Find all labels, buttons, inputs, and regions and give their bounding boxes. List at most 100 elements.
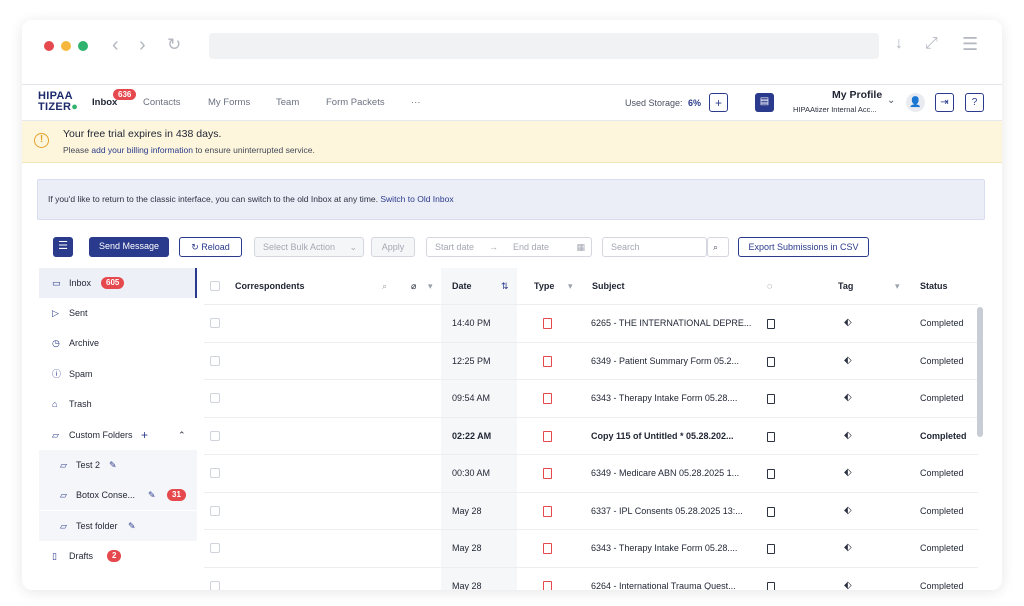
table-scrollbar[interactable] bbox=[977, 307, 983, 437]
expand-icon[interactable]: ⤢ bbox=[925, 34, 938, 54]
table-row[interactable]: 09:54 AM 6343 - Therapy Intake Form 05.2… bbox=[204, 379, 978, 417]
sidebar-item-drafts[interactable]: ▯ Drafts 2 bbox=[39, 541, 197, 571]
sidebar-item-trash[interactable]: ⌂ Trash bbox=[39, 389, 197, 419]
filter-icon[interactable]: ▾ bbox=[428, 268, 433, 304]
avatar[interactable]: 👤 bbox=[906, 93, 925, 112]
reload-button[interactable]: ↻ Reload bbox=[179, 237, 242, 257]
billing-link[interactable]: add your billing information bbox=[91, 145, 193, 155]
sidebar-item-botox[interactable]: ▱ Botox Conse... ✎ 31 bbox=[39, 480, 197, 510]
chevron-down-icon[interactable]: ⌄ bbox=[887, 95, 895, 106]
document-icon[interactable] bbox=[767, 506, 775, 517]
search-icon[interactable]: ⌕ bbox=[382, 268, 387, 304]
row-checkbox[interactable] bbox=[210, 580, 220, 590]
minimize-window-dot[interactable] bbox=[61, 41, 71, 51]
sidebar-toggle-icon[interactable]: ☰ bbox=[53, 237, 73, 257]
date-range-field[interactable]: Start date → End date ▦ bbox=[426, 237, 592, 257]
hipaatizer-logo[interactable]: HIPAA TIZER● bbox=[38, 91, 78, 113]
menu-icon[interactable]: ☰ bbox=[962, 34, 978, 54]
document-icon[interactable] bbox=[767, 544, 775, 554]
tag-icon[interactable]: ⬖ bbox=[844, 504, 852, 518]
tag-icon[interactable]: ⬖ bbox=[844, 579, 852, 591]
row-checkbox[interactable] bbox=[210, 468, 220, 478]
bulk-action-select[interactable]: Select Bulk Action ⌄ bbox=[254, 237, 364, 257]
header-correspondents[interactable]: Correspondents bbox=[235, 268, 305, 304]
attachment-icon[interactable]: ⌀ bbox=[411, 268, 416, 304]
tag-icon[interactable]: ⬖ bbox=[844, 541, 852, 555]
sidebar-item-sent[interactable]: ▷ Sent bbox=[39, 298, 197, 328]
switch-old-inbox-link[interactable]: Switch to Old Inbox bbox=[380, 194, 453, 204]
back-icon[interactable]: ‹ bbox=[112, 32, 119, 58]
export-csv-button[interactable]: Export Submissions in CSV bbox=[738, 237, 869, 257]
header-status[interactable]: Status bbox=[920, 268, 948, 304]
profile-name[interactable]: My Profile bbox=[832, 89, 882, 101]
more-icon[interactable]: ··· bbox=[411, 97, 421, 108]
help-icon[interactable]: ? bbox=[965, 93, 984, 112]
row-subject[interactable]: 6265 - THE INTERNATIONAL DEPRE... bbox=[591, 305, 751, 342]
forward-icon[interactable]: › bbox=[139, 32, 146, 58]
add-folder-icon[interactable]: + bbox=[141, 420, 148, 450]
address-bar[interactable] bbox=[209, 33, 879, 59]
row-subject[interactable]: 6264 - International Trauma Quest... bbox=[591, 568, 736, 591]
maximize-window-dot[interactable] bbox=[78, 41, 88, 51]
sidebar-item-archive[interactable]: ◷ Archive bbox=[39, 328, 197, 358]
sidebar-item-custom-folders[interactable]: ▱ Custom Folders + ⌃ bbox=[39, 420, 197, 450]
header-subject[interactable]: Subject bbox=[592, 268, 625, 304]
refresh-icon[interactable]: ↻ bbox=[167, 32, 181, 58]
tag-icon[interactable]: ⬖ bbox=[844, 466, 852, 480]
tag-icon[interactable]: ⬖ bbox=[844, 316, 852, 330]
tag-icon[interactable]: ⬖ bbox=[844, 429, 852, 443]
search-input[interactable]: Search bbox=[602, 237, 707, 257]
history-icon[interactable]: ◌ bbox=[767, 268, 772, 304]
header-tag[interactable]: Tag bbox=[838, 268, 853, 304]
header-date[interactable]: Date bbox=[452, 268, 472, 304]
row-checkbox[interactable] bbox=[210, 355, 220, 366]
table-row[interactable]: 12:25 PM 6349 - Patient Summary Form 05.… bbox=[204, 341, 978, 380]
row-checkbox[interactable] bbox=[210, 505, 220, 516]
sidebar-item-spam[interactable]: ⓘ Spam bbox=[39, 359, 197, 389]
edit-icon[interactable]: ✎ bbox=[109, 450, 117, 480]
sidebar-item-test-folder[interactable]: ▱ Test folder ✎ bbox=[39, 511, 197, 541]
tab-inbox[interactable]: Inbox bbox=[92, 97, 117, 108]
sidebar-item-inbox[interactable]: ▭ Inbox 605 bbox=[39, 268, 197, 298]
tag-icon[interactable]: ⬖ bbox=[844, 354, 852, 368]
filter-icon[interactable]: ▾ bbox=[895, 268, 900, 304]
sort-icon[interactable]: ⇅ bbox=[501, 268, 509, 304]
row-checkbox[interactable] bbox=[210, 393, 220, 403]
apply-button[interactable]: Apply bbox=[371, 237, 415, 257]
tab-contacts[interactable]: Contacts bbox=[143, 97, 181, 108]
search-icon[interactable]: ⌕ bbox=[707, 237, 729, 257]
table-row[interactable]: 00:30 AM 6349 - Medicare ABN 05.28.2025 … bbox=[204, 454, 978, 492]
table-row[interactable]: May 28 6264 - International Trauma Quest… bbox=[204, 566, 978, 591]
document-icon[interactable] bbox=[767, 319, 775, 329]
edit-icon[interactable]: ✎ bbox=[148, 480, 156, 510]
document-icon[interactable]: ▤ bbox=[755, 93, 774, 112]
filter-icon[interactable]: ▾ bbox=[568, 268, 573, 304]
document-icon[interactable] bbox=[767, 431, 775, 442]
table-row[interactable]: May 28 6337 - IPL Consents 05.28.2025 13… bbox=[204, 491, 978, 530]
table-row[interactable]: 14:40 PM 6265 - THE INTERNATIONAL DEPRE.… bbox=[204, 304, 978, 342]
header-type[interactable]: Type bbox=[534, 268, 554, 304]
row-subject[interactable]: Copy 115 of Untitled * 05.28.202... bbox=[591, 418, 734, 455]
row-checkbox[interactable] bbox=[210, 318, 220, 328]
edit-icon[interactable]: ✎ bbox=[128, 511, 136, 541]
table-row[interactable]: May 28 6343 - Therapy Intake Form 05.28.… bbox=[204, 529, 978, 567]
row-subject[interactable]: 6349 - Patient Summary Form 05.2... bbox=[591, 343, 739, 380]
document-icon[interactable] bbox=[767, 469, 775, 479]
row-subject[interactable]: 6337 - IPL Consents 05.28.2025 13:... bbox=[591, 493, 743, 530]
row-checkbox[interactable] bbox=[210, 543, 220, 553]
sidebar-item-test-2[interactable]: ▱ Test 2 ✎ bbox=[39, 450, 197, 480]
add-storage-button[interactable]: + bbox=[709, 93, 728, 112]
row-subject[interactable]: 6343 - Therapy Intake Form 05.28.... bbox=[591, 380, 737, 417]
logout-icon[interactable]: ⇥ bbox=[935, 93, 954, 112]
row-subject[interactable]: 6343 - Therapy Intake Form 05.28.... bbox=[591, 530, 737, 567]
send-message-button[interactable]: Send Message bbox=[89, 237, 169, 257]
download-icon[interactable]: ↓ bbox=[895, 34, 903, 54]
document-icon[interactable] bbox=[767, 356, 775, 367]
tab-my-forms[interactable]: My Forms bbox=[208, 97, 250, 108]
row-subject[interactable]: 6349 - Medicare ABN 05.28.2025 1... bbox=[591, 455, 739, 492]
chevron-up-icon[interactable]: ⌃ bbox=[178, 420, 186, 450]
tab-form-packets[interactable]: Form Packets bbox=[326, 97, 385, 108]
document-icon[interactable] bbox=[767, 394, 775, 404]
select-all-checkbox[interactable] bbox=[210, 281, 220, 291]
tab-team[interactable]: Team bbox=[276, 97, 299, 108]
